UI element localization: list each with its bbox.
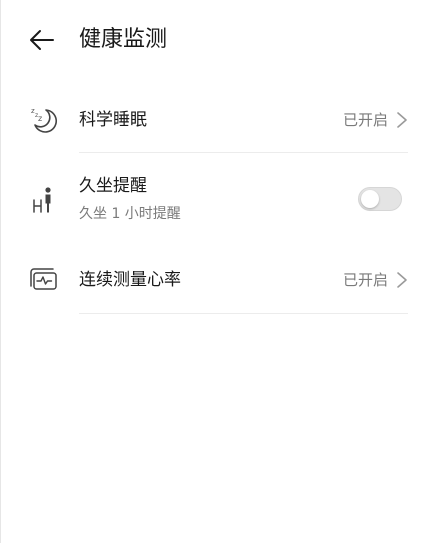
list-item-scientific-sleep[interactable]: z z z 科学睡眠 已开启: [0, 88, 434, 152]
status-text: 已开启: [342, 271, 388, 289]
sedentary-person-icon: [28, 184, 60, 216]
heart-rate-monitor-icon: [28, 264, 60, 296]
chevron-right-icon: [397, 272, 407, 288]
health-monitoring-screen: 健康监测 z z z 科学睡眠 已开启 久坐提醒 久坐 1 小时提醒 连续测量心…: [0, 0, 434, 543]
list-item-sublabel: 久坐 1 小时提醒: [79, 206, 181, 222]
status-text: 已开启: [342, 111, 388, 129]
sedentary-reminder-toggle[interactable]: [358, 187, 402, 211]
svg-text:z: z: [38, 114, 42, 123]
header: 健康监测: [0, 0, 434, 80]
back-button[interactable]: [24, 22, 60, 58]
back-arrow-icon: [30, 30, 54, 50]
chevron-right-icon: [397, 112, 407, 128]
list-item-label: 科学睡眠: [79, 110, 147, 130]
list-item-label: 久坐提醒: [79, 176, 147, 196]
list-item-sedentary-reminder: 久坐提醒 久坐 1 小时提醒: [0, 160, 434, 240]
divider: [79, 313, 408, 314]
toggle-knob: [361, 190, 379, 208]
list-item-continuous-heart-rate[interactable]: 连续测量心率 已开启: [0, 248, 434, 312]
sleep-moon-icon: z z z: [28, 103, 60, 135]
list-item-label: 连续测量心率: [79, 270, 181, 290]
page-title: 健康监测: [79, 27, 168, 52]
divider: [79, 152, 408, 153]
